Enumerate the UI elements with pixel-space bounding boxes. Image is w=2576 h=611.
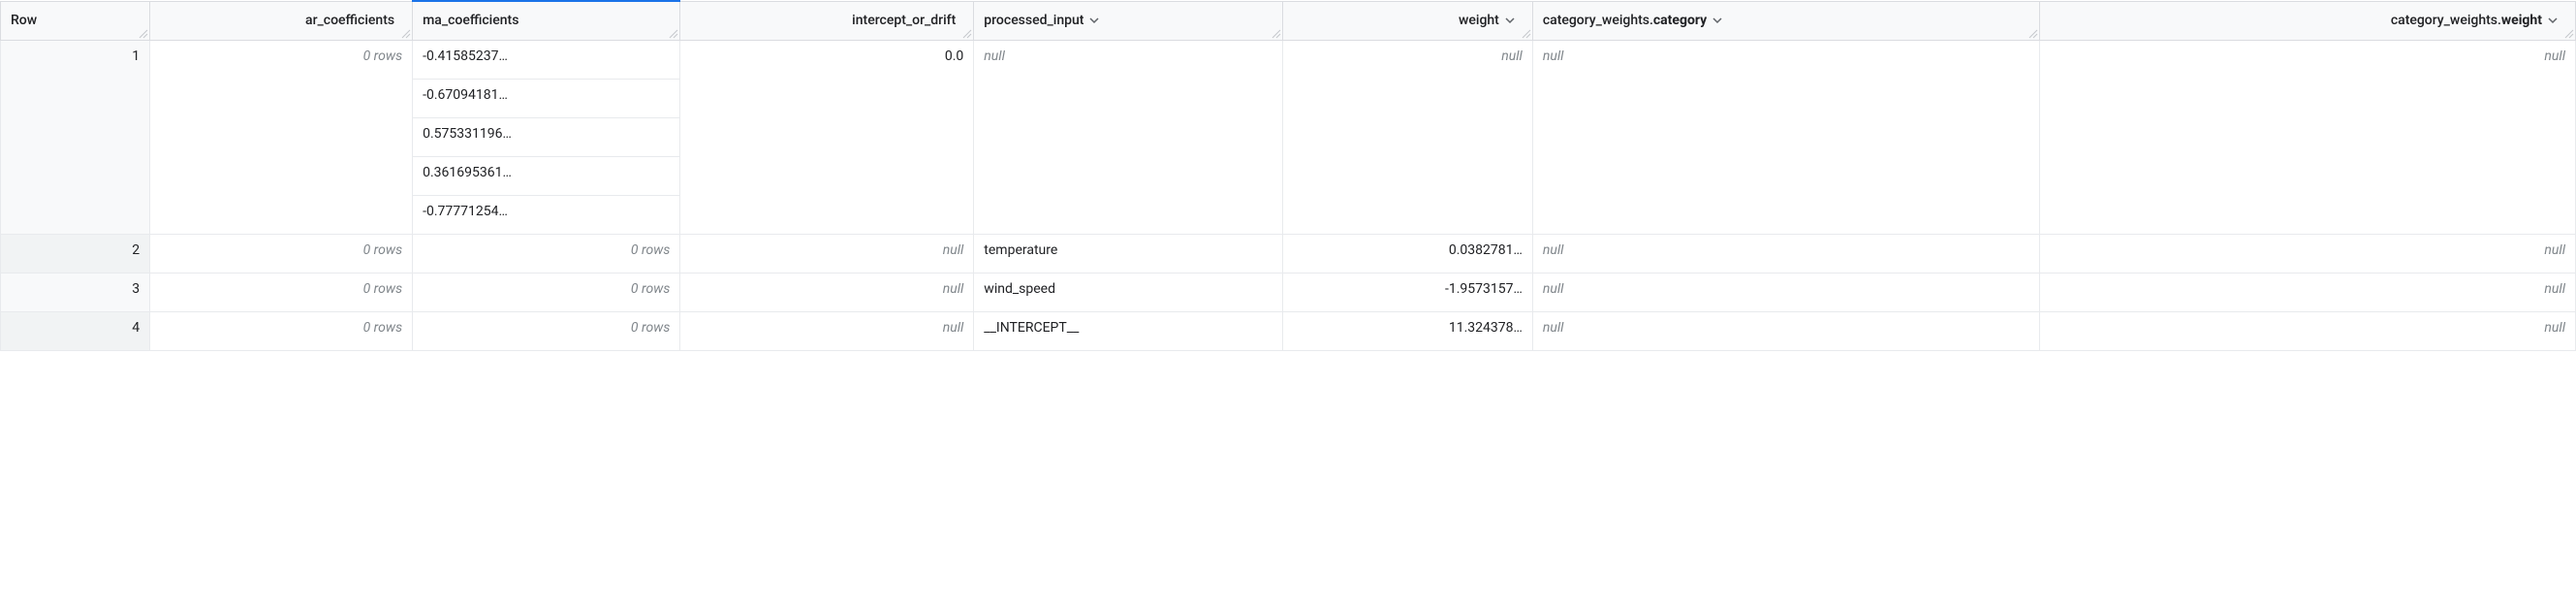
- weight-cell: null: [1283, 40, 1533, 234]
- ma-cell: 0 rows: [413, 234, 680, 273]
- header-row: Row ar_coefficients ma_coefficients inte…: [1, 1, 2576, 40]
- cw-weight-cell: null: [2040, 311, 2576, 350]
- ar-cell: 0 rows: [150, 311, 413, 350]
- weight-cell: -1.9573157…: [1283, 273, 1533, 311]
- ar-cell: 0 rows: [150, 273, 413, 311]
- row-index-cell: 4: [1, 311, 150, 350]
- cwcat-main: category: [1653, 13, 1707, 28]
- cw-category-cell: null: [1532, 311, 2039, 350]
- col-header-category-weights-weight[interactable]: category_weights.weight: [2040, 1, 2576, 40]
- processed-cell: wind_speed: [974, 273, 1283, 311]
- weight-cell: 0.0382781…: [1283, 234, 1533, 273]
- ma-cell: -0.67094181…: [413, 79, 680, 117]
- table-row: 1 0 rows -0.41585237… 0.0 null null null…: [1, 40, 2576, 79]
- resize-handle[interactable]: [960, 27, 972, 39]
- resize-handle[interactable]: [667, 27, 678, 39]
- cwwgt-main: weight: [2501, 13, 2542, 28]
- ma-cell: 0.361695361…: [413, 156, 680, 195]
- resize-handle[interactable]: [2026, 27, 2038, 39]
- table-row-group: 2 0 rows 0 rows null temperature 0.03827…: [1, 234, 2576, 273]
- table-row-group: 3 0 rows 0 rows null wind_speed -1.95731…: [1, 273, 2576, 311]
- col-header-processed-input[interactable]: processed_input: [974, 1, 1283, 40]
- cwwgt-prefix: category_weights.: [2391, 13, 2501, 28]
- intercept-cell: null: [680, 234, 974, 273]
- table-row: 4 0 rows 0 rows null __INTERCEPT__ 11.32…: [1, 311, 2576, 350]
- col-header-ma-coefficients[interactable]: ma_coefficients: [413, 1, 680, 40]
- processed-cell: temperature: [974, 234, 1283, 273]
- ma-cell: 0 rows: [413, 273, 680, 311]
- resize-handle[interactable]: [399, 27, 411, 39]
- intercept-cell: null: [680, 273, 974, 311]
- ar-cell: 0 rows: [150, 234, 413, 273]
- cw-category-cell: null: [1532, 234, 2039, 273]
- resize-handle[interactable]: [1270, 27, 1281, 39]
- resize-handle[interactable]: [1520, 27, 1531, 39]
- table-row: 3 0 rows 0 rows null wind_speed -1.95731…: [1, 273, 2576, 311]
- col-header-ar-label: ar_coefficients: [305, 13, 394, 28]
- col-header-weight[interactable]: weight: [1283, 1, 1533, 40]
- chevron-down-icon[interactable]: [1089, 16, 1099, 25]
- results-table: Row ar_coefficients ma_coefficients inte…: [0, 0, 2576, 351]
- cw-category-cell: null: [1532, 273, 2039, 311]
- ma-cell: 0.575331196…: [413, 117, 680, 156]
- resize-handle[interactable]: [137, 27, 148, 39]
- chevron-down-icon[interactable]: [2548, 16, 2558, 25]
- col-header-weight-label: weight: [1459, 13, 1499, 28]
- processed-cell: __INTERCEPT__: [974, 311, 1283, 350]
- col-header-ma-label: ma_coefficients: [423, 13, 518, 28]
- cw-weight-cell: null: [2040, 40, 2576, 234]
- ma-cell: -0.77771254…: [413, 195, 680, 234]
- col-header-row[interactable]: Row: [1, 1, 150, 40]
- col-header-processed-label: processed_input: [984, 13, 1084, 28]
- col-header-cwwgt-label: category_weights.weight: [2391, 13, 2542, 28]
- table-row: 2 0 rows 0 rows null temperature 0.03827…: [1, 234, 2576, 273]
- col-header-row-label: Row: [11, 13, 37, 28]
- ar-cell: 0 rows: [150, 40, 413, 234]
- cw-category-cell: null: [1532, 40, 2039, 234]
- cwcat-prefix: category_weights.: [1543, 13, 1653, 28]
- table-row-group: 4 0 rows 0 rows null __INTERCEPT__ 11.32…: [1, 311, 2576, 350]
- col-header-intercept-label: intercept_or_drift: [852, 13, 956, 28]
- results-table-wrap: Row ar_coefficients ma_coefficients inte…: [0, 0, 2576, 351]
- col-header-cwcat-label: category_weights.category: [1543, 13, 1707, 28]
- col-header-intercept-or-drift[interactable]: intercept_or_drift: [680, 1, 974, 40]
- intercept-cell: null: [680, 311, 974, 350]
- col-header-category-weights-category[interactable]: category_weights.category: [1532, 1, 2039, 40]
- cw-weight-cell: null: [2040, 273, 2576, 311]
- ma-cell: 0 rows: [413, 311, 680, 350]
- row-index-cell: 3: [1, 273, 150, 311]
- table-row-group: 1 0 rows -0.41585237… 0.0 null null null…: [1, 40, 2576, 234]
- ma-cell: -0.41585237…: [413, 40, 680, 79]
- intercept-cell: 0.0: [680, 40, 974, 234]
- chevron-down-icon[interactable]: [1505, 16, 1515, 25]
- weight-cell: 11.324378…: [1283, 311, 1533, 350]
- row-index-cell: 1: [1, 40, 150, 234]
- resize-handle[interactable]: [2562, 27, 2574, 39]
- row-index-cell: 2: [1, 234, 150, 273]
- chevron-down-icon[interactable]: [1712, 16, 1722, 25]
- col-header-ar-coefficients[interactable]: ar_coefficients: [150, 1, 413, 40]
- cw-weight-cell: null: [2040, 234, 2576, 273]
- processed-cell: null: [974, 40, 1283, 234]
